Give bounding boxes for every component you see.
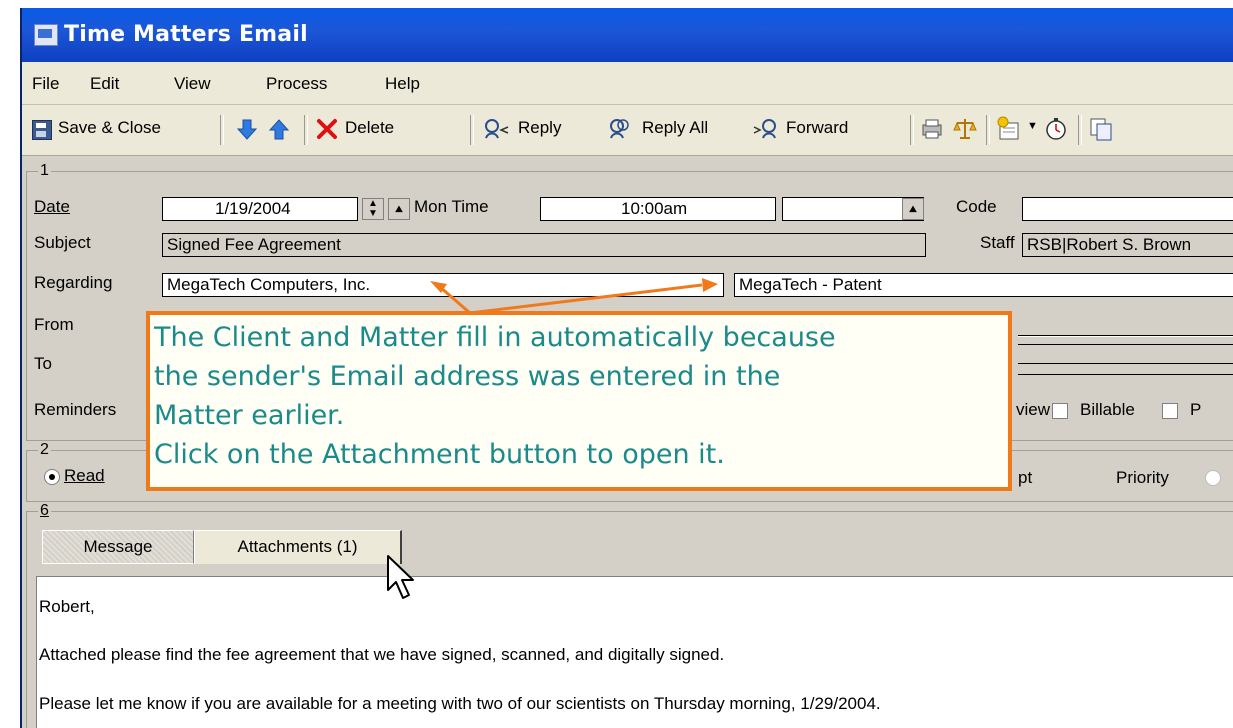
save-icon — [32, 120, 52, 140]
billable-label: Billable — [1080, 400, 1135, 419]
date-spinner[interactable]: ▲ ▼ — [362, 198, 384, 220]
regarding-label: Regarding — [34, 273, 113, 292]
scales-icon[interactable] — [952, 116, 978, 142]
forward-button[interactable]: Forward — [786, 118, 848, 138]
group-1-number: 1 — [38, 162, 51, 180]
callout-line: Matter earlier. — [154, 400, 345, 431]
menu-help[interactable]: Help — [385, 74, 420, 94]
next-arrow-icon[interactable] — [236, 118, 258, 142]
menu-bar: File Edit View Process Help — [22, 62, 1233, 105]
delete-icon — [317, 119, 337, 139]
message-line: Attached please find the fee agreement t… — [39, 645, 725, 664]
client-field[interactable]: MegaTech Computers, Inc. — [162, 273, 724, 297]
priority-label: Priority — [1116, 468, 1169, 487]
message-line: Please let me know if you are available … — [39, 694, 881, 713]
menu-file[interactable]: File — [32, 74, 59, 94]
menu-view[interactable]: View — [174, 74, 211, 94]
date-lookup-icon[interactable]: ⯅ — [388, 198, 410, 220]
forward-icon — [753, 119, 776, 139]
staff-label: Staff — [980, 233, 1015, 252]
save-close-button[interactable]: Save & Close — [58, 118, 161, 138]
code-field[interactable] — [1022, 197, 1233, 221]
menu-edit[interactable]: Edit — [90, 74, 119, 94]
print-icon[interactable] — [920, 117, 944, 141]
date-field[interactable]: 1/19/2004 — [162, 197, 358, 221]
read-label: Read — [64, 466, 105, 485]
time-field[interactable]: 10:00am — [540, 197, 776, 221]
message-line: Robert, — [39, 597, 95, 616]
from-field-line — [1018, 344, 1233, 345]
new-record-icon[interactable] — [996, 116, 1022, 142]
toolbar: Save & Close Delete Reply Reply All Forw… — [22, 105, 1233, 156]
to-field[interactable] — [1018, 363, 1233, 364]
receipt-label: pt — [1018, 468, 1033, 487]
from-label: From — [34, 315, 74, 334]
billable-checkbox[interactable] — [1162, 403, 1178, 419]
copy-icon[interactable] — [1088, 116, 1114, 142]
previous-arrow-icon[interactable] — [268, 117, 290, 141]
reminders-label: Reminders — [34, 400, 117, 419]
p-label: P — [1190, 400, 1202, 419]
priority-radio[interactable] — [1205, 470, 1221, 486]
view-label: view — [1016, 400, 1051, 419]
dropdown-arrow-icon[interactable]: ▼ — [1027, 120, 1038, 132]
callout-line: the sender's Email address was entered i… — [154, 361, 781, 392]
staff-field[interactable]: RSB|Robert S. Brown — [1022, 233, 1233, 257]
read-radio[interactable] — [44, 469, 60, 485]
timer-icon[interactable] — [1044, 116, 1068, 142]
reply-all-icon — [610, 119, 629, 139]
window-title: Time Matters Email — [64, 22, 308, 47]
view-checkbox[interactable] — [1052, 403, 1068, 419]
reply-all-button[interactable]: Reply All — [642, 118, 708, 138]
menu-process[interactable]: Process — [266, 74, 327, 94]
date-label: Date — [34, 197, 70, 216]
callout-box: The Client and Matter fill in automatica… — [146, 311, 1012, 491]
group-2-number: 2 — [38, 441, 51, 459]
group-6-number: 6 — [38, 502, 51, 520]
from-field[interactable] — [1018, 335, 1233, 337]
tab-message[interactable]: Message — [42, 530, 194, 564]
time-lookup-icon[interactable]: ⯅ — [902, 198, 924, 220]
tab-attachments[interactable]: Attachments (1) — [194, 530, 402, 564]
to-label: To — [34, 354, 52, 373]
code-label: Code — [956, 197, 997, 216]
day-time-label: Mon Time — [414, 197, 489, 216]
app-icon — [34, 24, 58, 46]
reply-button[interactable]: Reply — [518, 118, 561, 138]
subject-field[interactable]: Signed Fee Agreement — [162, 233, 926, 257]
reply-icon — [485, 119, 509, 139]
callout-line: The Client and Matter fill in automatica… — [154, 322, 836, 353]
callout-line: Click on the Attachment button to open i… — [154, 439, 725, 470]
title-bar: Time Matters Email — [22, 8, 1233, 62]
message-body[interactable]: Robert, Attached please find the fee agr… — [36, 576, 1233, 728]
to-field-line — [1018, 374, 1233, 375]
subject-label: Subject — [34, 233, 91, 252]
matter-field[interactable]: MegaTech - Patent — [734, 273, 1233, 297]
delete-button[interactable]: Delete — [345, 118, 394, 138]
